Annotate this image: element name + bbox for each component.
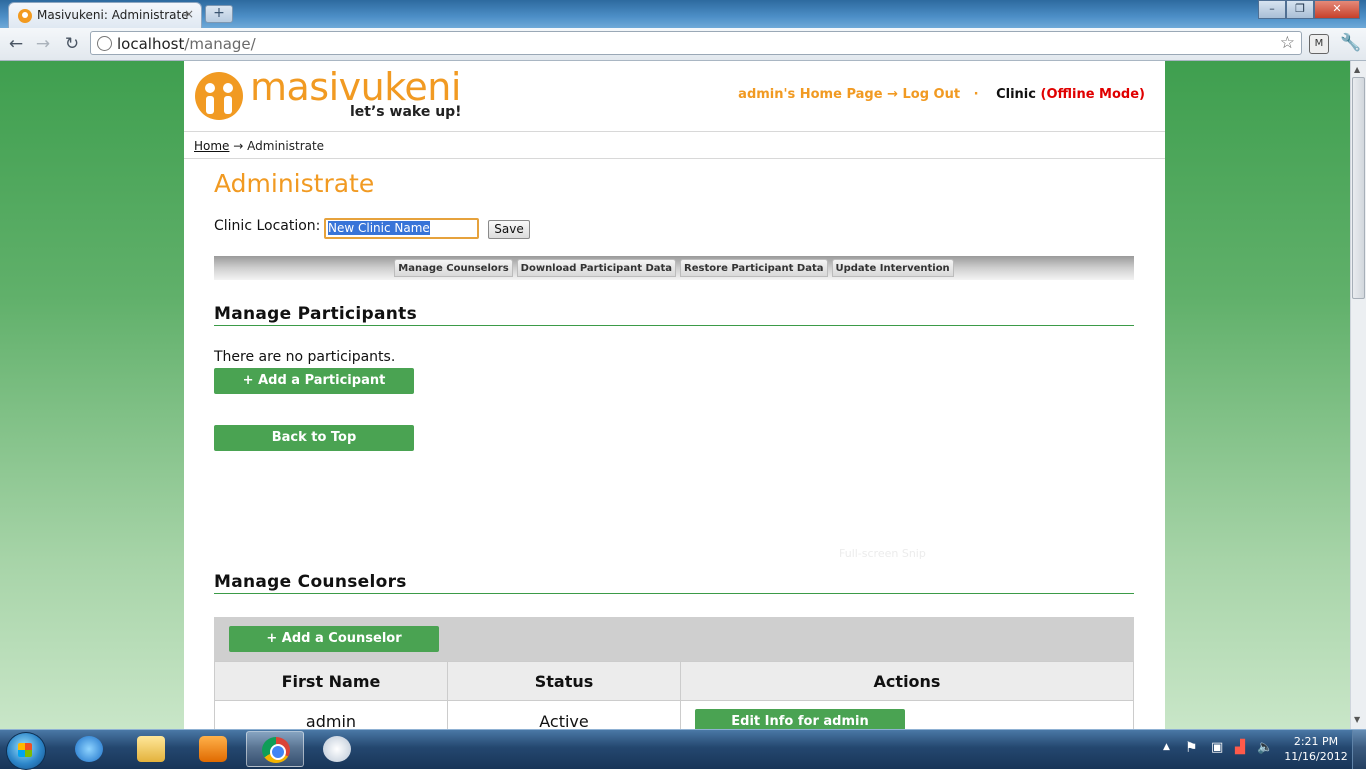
save-button[interactable]: Save [488,220,530,239]
url-text[interactable]: localhost/manage/ [117,35,256,53]
logo-tagline: let’s wake up! [350,104,462,120]
close-window-button[interactable]: ✕ [1314,0,1360,19]
taskbar-chrome[interactable] [246,731,304,767]
taskbar-clock[interactable]: 2:21 PM 11/16/2012 [1284,734,1348,764]
table-header-row: First Name Status Actions [214,661,1134,701]
site-header: masivukeni let’s wake up! admin's Home P… [184,61,1165,132]
breadcrumb: Home → Administrate [184,132,1165,159]
clock-date: 11/16/2012 [1284,750,1348,763]
taskbar-snipping-tool[interactable] [308,731,366,767]
user-nav: admin's Home Page → Log Out · Clinic (Of… [738,87,1145,102]
folder-icon [137,736,165,762]
forward-arrow-icon[interactable]: → [33,34,53,54]
chrome-icon [262,737,290,763]
scroll-thumb[interactable] [1352,77,1365,299]
subnav-manage-counselors[interactable]: Manage Counselors [394,259,513,277]
window-titlebar: Masivukeni: Administrate × + – ❐ ✕ [0,0,1366,28]
column-header-first-name: First Name [214,661,448,701]
clock-time: 2:21 PM [1293,735,1339,748]
snip-overlay-text: Full-screen Snip [839,547,926,560]
tab-title: Masivukeni: Administrate [37,8,189,22]
subnav-update-intervention[interactable]: Update Intervention [831,259,954,277]
windows-taskbar: ▲ ⚑ ▣ ▟ 🔈 2:21 PM 11/16/2012 [0,729,1366,770]
page-container: masivukeni let’s wake up! admin's Home P… [184,61,1165,729]
address-bar[interactable]: localhost/manage/ ☆ [90,31,1302,55]
breadcrumb-current: Administrate [247,139,325,153]
cell-actions: Edit Info for admin [680,700,1134,729]
no-participants-text: There are no participants. [214,349,396,365]
nav-arrow: → [887,87,898,102]
internet-explorer-icon [75,736,103,762]
participants-divider [214,325,1134,326]
site-favicon-icon [18,9,32,23]
edit-info-button[interactable]: Edit Info for admin [695,709,905,729]
clinic-label: Clinic [996,87,1036,102]
clinic-location-input[interactable]: New Clinic Name [324,218,479,239]
cell-status: Active [447,700,681,729]
table-row: admin Active Edit Info for admin [214,700,1134,729]
page-viewport: masivukeni let’s wake up! admin's Home P… [0,61,1350,729]
admin-subnav: Manage Counselors Download Participant D… [214,256,1134,280]
browser-toolbar: ← → ↻ localhost/manage/ ☆ M 🔧 [0,28,1366,61]
network-signal-icon[interactable]: ▟ [1235,740,1245,755]
page-title: Administrate [214,169,375,198]
nav-separator: · [973,87,979,102]
counselors-toolbar: + Add a Counselor [214,617,1134,661]
clinic-location-label: Clinic Location: [214,218,321,234]
breadcrumb-home-link[interactable]: Home [194,139,229,153]
breadcrumb-arrow: → [233,139,244,153]
subnav-restore-participant-data[interactable]: Restore Participant Data [680,259,828,277]
back-arrow-icon[interactable]: ← [6,34,26,54]
minimize-button[interactable]: – [1258,0,1286,19]
tab-close-icon[interactable]: × [184,7,194,21]
extension-icon[interactable]: M [1309,34,1329,54]
device-icon[interactable]: ▣ [1211,740,1223,755]
snipping-tool-icon [323,736,351,762]
participants-heading: Manage Participants [214,304,417,324]
new-tab-button[interactable]: + [205,5,233,23]
cell-first-name: admin [214,700,448,729]
taskbar-explorer[interactable] [122,731,180,767]
globe-icon [97,36,112,51]
add-counselor-button[interactable]: + Add a Counselor [229,626,439,652]
logout-link[interactable]: Log Out [903,87,961,102]
add-participant-button[interactable]: + Add a Participant [214,368,414,394]
subnav-download-participant-data[interactable]: Download Participant Data [516,259,677,277]
offline-mode-badge: (Offline Mode) [1040,87,1146,102]
column-header-status: Status [447,661,681,701]
reload-icon[interactable]: ↻ [62,34,82,54]
logo-wordmark[interactable]: masivukeni [250,65,461,109]
taskbar-media-player[interactable] [184,731,242,767]
home-page-link[interactable]: admin's Home Page [738,87,882,102]
page-scrollbar[interactable]: ▲ ▼ [1350,61,1366,729]
taskbar-ie[interactable] [60,731,118,767]
masivukeni-logo-icon [195,72,243,120]
volume-icon[interactable]: 🔈 [1257,740,1273,755]
bookmark-star-icon[interactable]: ☆ [1280,33,1295,53]
scroll-down-icon[interactable]: ▼ [1354,715,1360,724]
maximize-button[interactable]: ❐ [1286,0,1314,19]
window-controls: – ❐ ✕ [1258,0,1360,19]
start-button[interactable] [6,732,46,770]
scroll-up-icon[interactable]: ▲ [1354,65,1360,74]
wrench-icon[interactable]: 🔧 [1340,33,1361,53]
tray-expand-icon[interactable]: ▲ [1163,742,1170,752]
column-header-actions: Actions [680,661,1134,701]
back-to-top-button[interactable]: Back to Top [214,425,414,451]
browser-tab[interactable]: Masivukeni: Administrate × [8,2,202,28]
media-player-icon [199,736,227,762]
counselors-heading: Manage Counselors [214,572,407,592]
action-center-flag-icon[interactable]: ⚑ [1185,740,1198,756]
show-desktop-button[interactable] [1352,730,1366,769]
counselors-divider [214,593,1134,594]
counselors-table: First Name Status Actions admin Active E… [214,661,1134,729]
